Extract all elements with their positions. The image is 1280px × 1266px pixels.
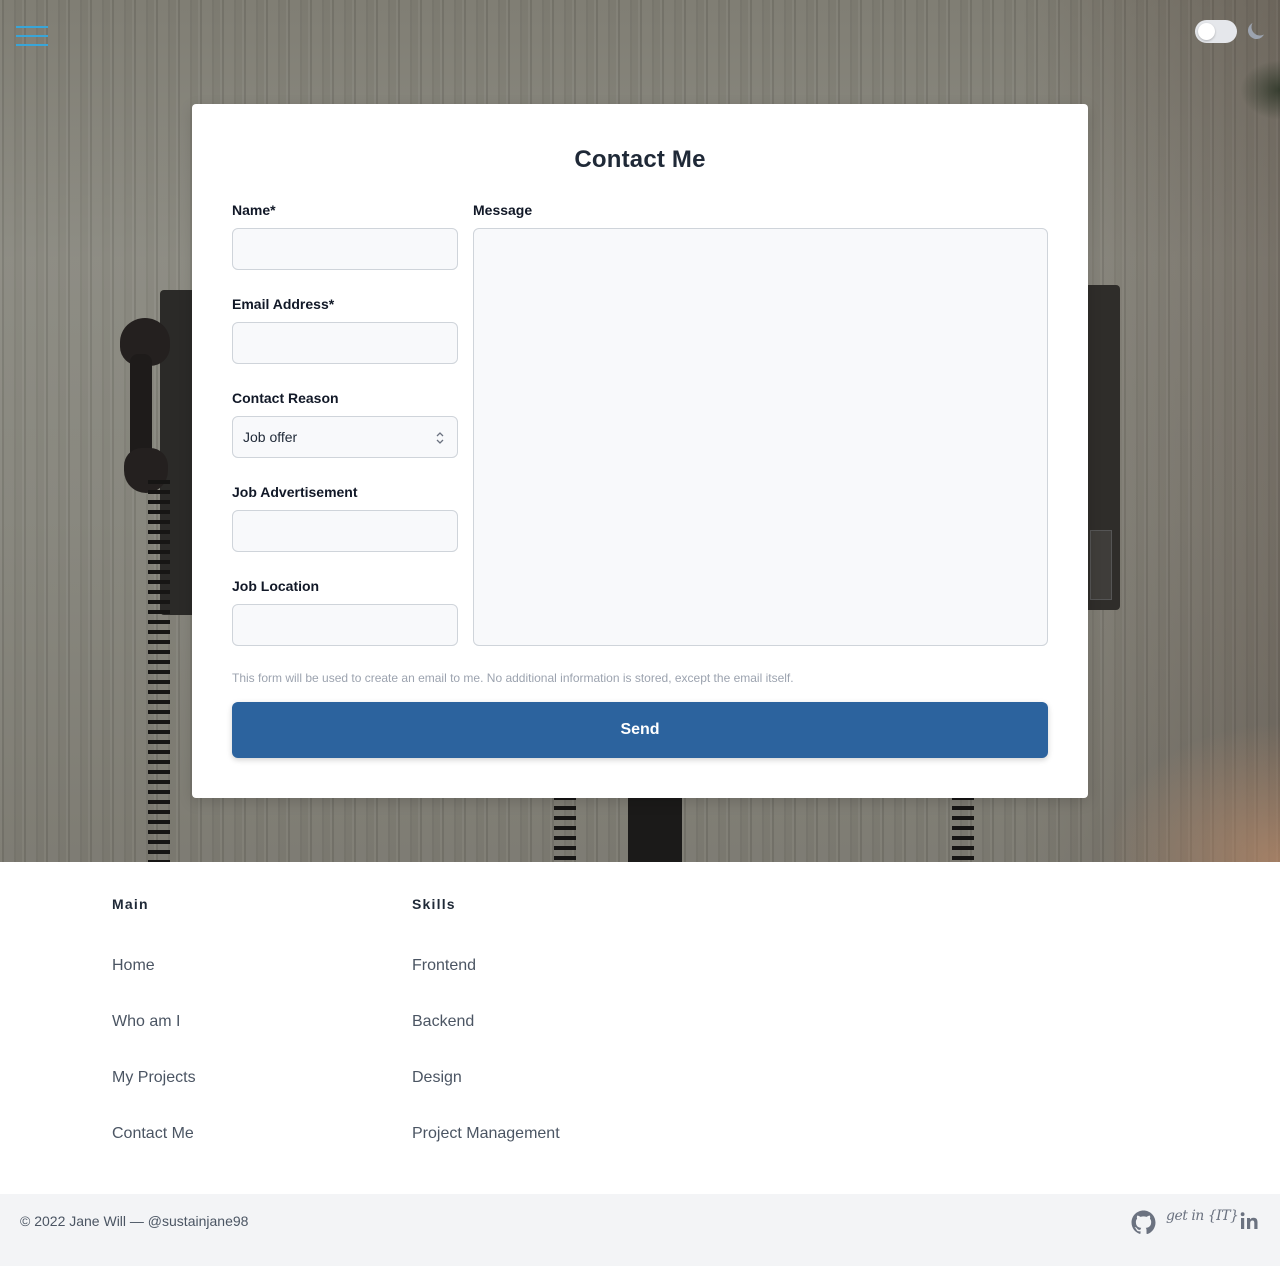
name-label: Name* bbox=[232, 202, 276, 218]
footer-link-frontend[interactable]: Frontend bbox=[412, 957, 476, 975]
phone-post bbox=[628, 798, 682, 862]
privacy-note: This form will be used to create an emai… bbox=[232, 671, 794, 685]
footer-link-my-projects[interactable]: My Projects bbox=[112, 1069, 196, 1087]
page-title: Contact Me bbox=[574, 146, 706, 173]
hamburger-menu-icon[interactable] bbox=[16, 24, 48, 48]
copyright-text: © 2022 Jane Will — @sustainjane98 bbox=[20, 1213, 249, 1229]
phone-handset bbox=[120, 318, 180, 493]
github-icon[interactable] bbox=[1131, 1210, 1156, 1235]
theme-toggle[interactable] bbox=[1195, 20, 1237, 43]
footer-heading-main: Main bbox=[112, 896, 149, 912]
contact-reason-select[interactable]: Job offer bbox=[232, 416, 458, 458]
send-button[interactable]: Send bbox=[232, 702, 1048, 758]
footer-link-home[interactable]: Home bbox=[112, 957, 155, 975]
phone-cord bbox=[554, 796, 576, 862]
moon-icon[interactable] bbox=[1244, 19, 1268, 43]
linkedin-icon[interactable] bbox=[1240, 1211, 1260, 1231]
phone-cord bbox=[148, 480, 170, 862]
chevron-up-down-icon bbox=[436, 432, 444, 444]
contact-card: Contact Me Name* Email Address* Contact … bbox=[192, 104, 1088, 798]
bottom-bar: © 2022 Jane Will — @sustainjane98 get in… bbox=[0, 1194, 1280, 1266]
message-label: Message bbox=[473, 202, 533, 218]
job-advertisement-label: Job Advertisement bbox=[232, 484, 358, 500]
contact-reason-value: Job offer bbox=[243, 429, 298, 445]
job-location-label: Job Location bbox=[232, 578, 320, 594]
footer-link-project-management[interactable]: Project Management bbox=[412, 1125, 560, 1143]
contact-reason-label: Contact Reason bbox=[232, 390, 339, 406]
get-in-it-logo[interactable]: get in {IT} bbox=[1166, 1208, 1239, 1224]
email-field[interactable] bbox=[232, 322, 458, 364]
phone-cord bbox=[952, 796, 974, 862]
footer-link-who-am-i[interactable]: Who am I bbox=[112, 1013, 180, 1031]
footer-link-backend[interactable]: Backend bbox=[412, 1013, 474, 1031]
toggle-knob bbox=[1198, 23, 1215, 40]
job-advertisement-field[interactable] bbox=[232, 510, 458, 552]
job-location-field[interactable] bbox=[232, 604, 458, 646]
footer-heading-skills: Skills bbox=[412, 896, 456, 912]
footer-link-design[interactable]: Design bbox=[412, 1069, 462, 1087]
name-field[interactable] bbox=[232, 228, 458, 270]
email-label: Email Address* bbox=[232, 296, 335, 312]
message-field[interactable] bbox=[473, 228, 1048, 646]
background-light bbox=[1100, 722, 1280, 862]
background-plant bbox=[1240, 60, 1280, 120]
footer-link-contact-me[interactable]: Contact Me bbox=[112, 1125, 194, 1143]
